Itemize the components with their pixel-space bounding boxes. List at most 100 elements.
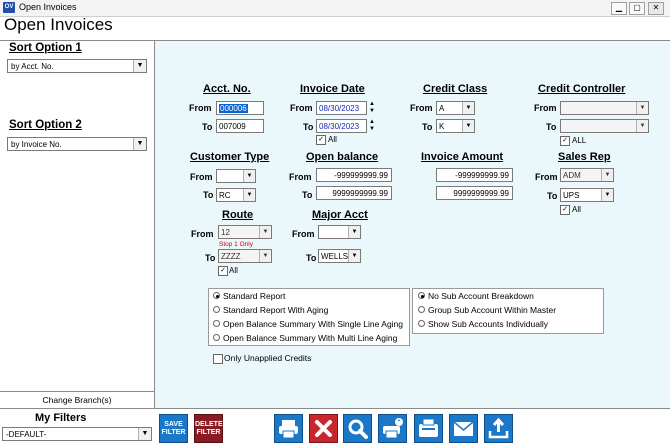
page-title: Open Invoices (4, 15, 113, 34)
credit-controller-all-checkbox[interactable]: ✓ (560, 136, 570, 146)
delete-filter-text-1: DELETE (195, 421, 223, 428)
credit-class-from-select[interactable]: A ▼ (436, 101, 475, 115)
invoice-date-all-checkbox[interactable]: ✓ (316, 135, 326, 145)
preview-button[interactable] (343, 414, 372, 443)
report-option-label[interactable]: Open Balance Summary With Single Line Ag… (223, 319, 403, 329)
report-option-radio-0[interactable] (213, 292, 220, 299)
cancel-button[interactable] (309, 414, 338, 443)
customer-type-from-select[interactable]: ▼ (216, 169, 256, 183)
sales-rep-all-checkbox[interactable]: ✓ (560, 205, 570, 215)
major-acct-from-label: From (292, 229, 315, 239)
close-window-button[interactable]: ✕ (648, 2, 664, 15)
chevron-down-icon: ▼ (243, 170, 255, 182)
report-option-radio-3[interactable] (213, 334, 220, 341)
restore-button[interactable]: ▢ (629, 2, 645, 15)
major-acct-to-select[interactable]: WELLS ▼ (318, 249, 361, 263)
sub-account-label[interactable]: No Sub Account Breakdown (428, 291, 534, 301)
credit-class-from-value: A (439, 104, 445, 113)
invoice-date-from-spinner[interactable]: ▲ ▼ (368, 101, 376, 115)
only-unapplied-label: Only Unapplied Credits (224, 353, 312, 363)
acct-no-header: Acct. No. (203, 83, 251, 95)
route-all-checkbox[interactable]: ✓ (218, 266, 228, 276)
sort-option-2-label: Sort Option 2 (9, 119, 82, 131)
customer-type-header: Customer Type (190, 151, 270, 163)
app-logo-icon: OV (3, 2, 15, 13)
customer-type-to-label: To (203, 190, 214, 200)
sub-account-radio-1[interactable] (418, 306, 425, 313)
report-option-radio-1[interactable] (213, 306, 220, 313)
route-all-label: All (229, 266, 238, 275)
change-branch-button[interactable]: Change Branch(s) (0, 391, 154, 409)
my-filters-value: -DEFAULT- (6, 430, 47, 439)
open-balance-from-input[interactable]: -999999999.99 (316, 168, 392, 182)
route-to-label: To (205, 253, 216, 263)
sales-rep-all-label: All (572, 205, 581, 214)
chevron-down-icon: ▼ (259, 250, 271, 262)
fax-icon (419, 418, 438, 437)
fax-button[interactable] (414, 414, 443, 443)
acct-no-from-input[interactable]: 000006 (216, 101, 264, 115)
route-from-value: 12 (221, 228, 230, 237)
chevron-down-icon: ▼ (636, 102, 648, 114)
sub-account-label[interactable]: Show Sub Accounts Individually (428, 319, 548, 329)
customer-type-to-select[interactable]: RC ▼ (216, 188, 256, 202)
route-stop-note: Stop 1 Only (219, 241, 253, 248)
report-option-label[interactable]: Open Balance Summary With Multi Line Agi… (223, 333, 397, 343)
credit-class-to-value: K (439, 122, 445, 131)
my-filters-select[interactable]: -DEFAULT- ▼ (2, 427, 152, 441)
invoice-date-to-spinner[interactable]: ▲ ▼ (368, 119, 376, 133)
sort-option-1-label: Sort Option 1 (9, 42, 82, 54)
acct-no-from-label: From (189, 103, 212, 113)
credit-controller-to-select[interactable]: ▼ (560, 119, 649, 133)
open-balance-header: Open balance (306, 151, 379, 163)
minimize-button[interactable]: ▁ (611, 2, 627, 15)
print-icon (279, 420, 298, 439)
sub-account-radio-0[interactable] (418, 292, 425, 299)
sales-rep-from-select[interactable]: ADM ▼ (560, 168, 614, 182)
email-button[interactable] (449, 414, 478, 443)
report-option-label[interactable]: Standard Report With Aging (223, 305, 328, 315)
invoice-amount-header: Invoice Amount (421, 151, 504, 163)
delete-filter-button[interactable]: DELETE FILTER (194, 414, 223, 443)
sales-rep-to-value: UPS (563, 191, 580, 200)
open-balance-to-input[interactable]: 9999999999.99 (316, 186, 392, 200)
credit-controller-header: Credit Controller (538, 83, 626, 95)
sub-account-radio-2[interactable] (418, 320, 425, 327)
export-button[interactable] (484, 414, 513, 443)
sales-rep-header: Sales Rep (558, 151, 611, 163)
chevron-down-icon: ▼ (348, 250, 360, 262)
invoice-amount-to-input[interactable]: 9999999999.99 (436, 186, 513, 200)
only-unapplied-checkbox[interactable] (213, 354, 223, 364)
sort-option-1-select[interactable]: by Acct. No. ▼ (7, 59, 147, 73)
print-setup-button[interactable] (378, 414, 407, 443)
print-button[interactable] (274, 414, 303, 443)
credit-controller-to-label: To (546, 122, 557, 132)
credit-controller-from-select[interactable]: ▼ (560, 101, 649, 115)
route-to-select[interactable]: ZZZZ ▼ (218, 249, 272, 263)
delete-filter-text-2: FILTER (196, 429, 221, 436)
sidebar (0, 40, 155, 409)
save-filter-button[interactable]: SAVE FILTER (159, 414, 188, 443)
chevron-down-icon: ▼ (601, 169, 613, 181)
sub-account-label[interactable]: Group Sub Account Within Master (428, 305, 556, 315)
route-from-select[interactable]: 12 ▼ (218, 225, 272, 239)
chevron-down-icon: ▼ (133, 60, 146, 72)
credit-class-to-select[interactable]: K ▼ (436, 119, 475, 133)
chevron-down-icon: ▼ (462, 120, 474, 132)
acct-no-to-input[interactable]: 007009 (216, 119, 264, 133)
report-option-radio-2[interactable] (213, 320, 220, 327)
major-acct-from-select[interactable]: ▼ (318, 225, 361, 239)
invoice-amount-from-input[interactable]: -999999999.99 (436, 168, 513, 182)
invoice-date-from-label: From (290, 103, 313, 113)
sales-rep-to-select[interactable]: UPS ▼ (560, 188, 614, 202)
email-icon (453, 421, 474, 436)
open-balance-to-label: To (302, 190, 313, 200)
major-acct-header: Major Acct (312, 209, 368, 221)
upload-icon (488, 417, 509, 439)
chevron-down-icon: ▼ (259, 226, 271, 238)
sort-option-2-select[interactable]: by Invoice No. ▼ (7, 137, 147, 151)
report-option-label[interactable]: Standard Report (223, 291, 285, 301)
customer-type-from-label: From (190, 172, 213, 182)
invoice-date-to-input[interactable]: 08/30/2023 (316, 119, 367, 133)
invoice-date-from-input[interactable]: 08/30/2023 (316, 101, 367, 115)
